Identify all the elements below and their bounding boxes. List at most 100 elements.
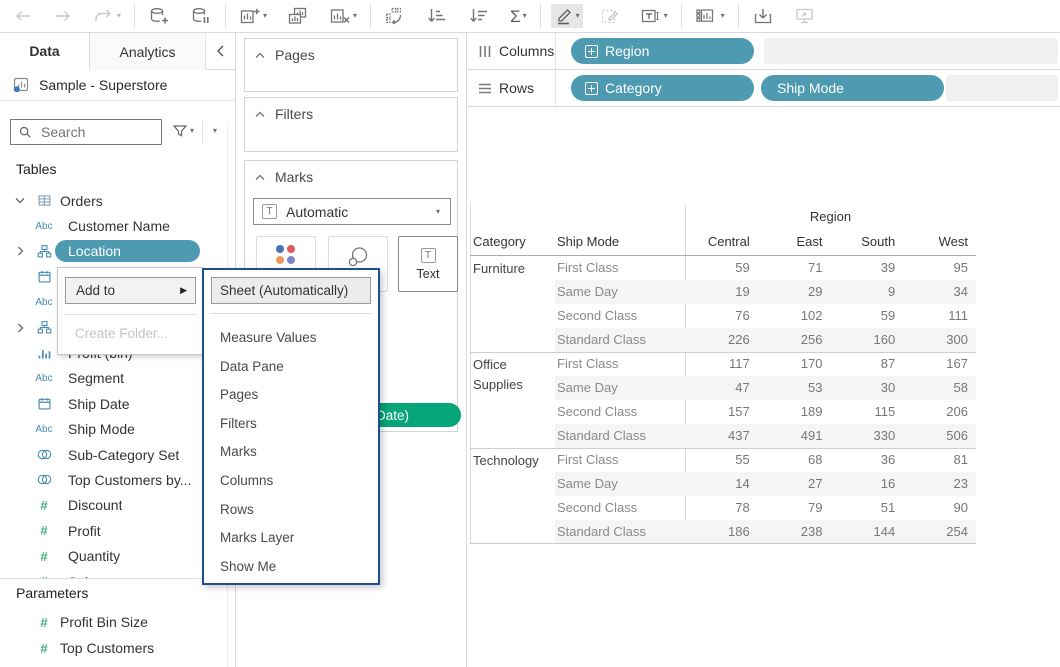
fit-selector-caret-icon[interactable]: ▾ [721, 12, 725, 20]
parameter-row-profit-bin-size[interactable]: #Profit Bin Size [0, 609, 226, 635]
col-header-west[interactable]: West [903, 234, 976, 249]
collapse-pane-button[interactable] [206, 33, 235, 69]
col-header-south[interactable]: South [831, 234, 904, 249]
value-cell[interactable]: 29 [758, 280, 831, 304]
search-input[interactable] [39, 123, 139, 141]
swap-rows-and-columns-icon[interactable] [381, 4, 409, 28]
value-cell[interactable]: 238 [758, 520, 831, 544]
submenu-item-measure-values[interactable]: Measure Values [204, 324, 378, 353]
field-row-quantity[interactable]: #Quantity [0, 543, 226, 568]
value-cell[interactable]: 23 [903, 472, 976, 496]
presentation-mode-icon[interactable] [791, 4, 819, 28]
columns-shelf-empty-area[interactable] [764, 38, 1058, 64]
rows-shelf-empty-area[interactable] [946, 75, 1058, 101]
menu-item-create-folder[interactable]: Create Folder... [75, 326, 168, 341]
category-cell-office-supplies[interactable]: Office Supplies [473, 355, 555, 395]
value-cell[interactable]: 81 [903, 448, 976, 472]
fields-menu-caret-icon[interactable]: ▾ [213, 127, 217, 135]
submenu-item-columns[interactable]: Columns [204, 467, 378, 496]
expand-hierarchy-icon[interactable] [585, 45, 598, 58]
show-mark-labels-icon[interactable]: ▾ [637, 4, 671, 28]
value-cell[interactable]: 36 [831, 448, 904, 472]
filter-caret-icon[interactable]: ▾ [190, 127, 194, 135]
value-cell[interactable]: 58 [903, 376, 976, 400]
field-row-profit[interactable]: #Profit [0, 518, 226, 543]
collapse-chevron-icon[interactable] [255, 52, 265, 59]
value-cell[interactable]: 95 [903, 256, 976, 280]
value-cell[interactable]: 491 [758, 424, 831, 448]
value-cell[interactable]: 160 [831, 328, 904, 352]
ship-mode-cell-same-day[interactable]: Same Day [557, 280, 618, 304]
value-cell[interactable]: 78 [685, 496, 758, 520]
sort-descending-icon[interactable] [465, 4, 493, 28]
download-icon[interactable] [749, 4, 777, 28]
submenu-item-marks[interactable]: Marks [204, 438, 378, 467]
value-cell[interactable]: 55 [685, 448, 758, 472]
value-cell[interactable]: 102 [758, 304, 831, 328]
field-row-sub-category-set[interactable]: Sub-Category Set [0, 442, 226, 467]
col-header-east[interactable]: East [758, 234, 831, 249]
ship-mode-cell-same-day[interactable]: Same Day [557, 376, 618, 400]
sort-ascending-icon[interactable] [423, 4, 451, 28]
show-totals-caret-icon[interactable]: ▾ [523, 12, 527, 20]
ship-mode-cell-standard-class[interactable]: Standard Class [557, 328, 646, 352]
mark-type-caret-icon[interactable]: ▾ [436, 208, 440, 216]
value-cell[interactable]: 206 [903, 400, 976, 424]
value-cell[interactable]: 51 [831, 496, 904, 520]
new-worksheet-icon[interactable]: ▾ [236, 4, 270, 28]
field-row-orders[interactable]: Orders [0, 188, 226, 213]
ship-mode-cell-same-day[interactable]: Same Day [557, 472, 618, 496]
columns-shelf[interactable]: Columns Region [467, 33, 1060, 70]
ship-mode-cell-first-class[interactable]: First Class [557, 352, 618, 376]
redo-caret-icon[interactable]: ▾ [117, 12, 121, 20]
category-cell-technology[interactable]: Technology [473, 451, 555, 471]
expander-closed-icon[interactable] [17, 246, 24, 256]
rows-shelf[interactable]: Rows CategoryShip Mode [467, 70, 1060, 107]
value-cell[interactable]: 256 [758, 328, 831, 352]
submenu-item-marks-layer[interactable]: Marks Layer [204, 524, 378, 553]
fit-selector-icon[interactable]: ▾ [692, 4, 728, 28]
highlight-caret-icon[interactable]: ▾ [576, 12, 580, 20]
submenu-item-pages[interactable]: Pages [204, 381, 378, 410]
value-cell[interactable]: 189 [758, 400, 831, 424]
ship-mode-row-header[interactable]: Ship Mode [557, 234, 619, 249]
value-cell[interactable]: 71 [758, 256, 831, 280]
value-cell[interactable]: 186 [685, 520, 758, 544]
value-cell[interactable]: 167 [903, 352, 976, 376]
value-cell[interactable]: 30 [831, 376, 904, 400]
value-cell[interactable]: 68 [758, 448, 831, 472]
category-cell-furniture[interactable]: Furniture [473, 259, 555, 279]
pause-auto-updates-icon[interactable] [187, 4, 215, 28]
datasource-row[interactable]: Sample - Superstore [0, 70, 235, 101]
value-cell[interactable]: 300 [903, 328, 976, 352]
field-row-sales[interactable]: #Sales [0, 569, 226, 578]
expander-closed-icon[interactable] [17, 323, 24, 333]
value-cell[interactable]: 170 [758, 352, 831, 376]
value-cell[interactable]: 76 [685, 304, 758, 328]
forward-icon[interactable] [50, 5, 76, 27]
value-cell[interactable]: 27 [758, 472, 831, 496]
submenu-item-show-me[interactable]: Show Me [204, 553, 378, 582]
col-header-central[interactable]: Central [685, 234, 758, 249]
value-cell[interactable]: 226 [685, 328, 758, 352]
value-cell[interactable]: 14 [685, 472, 758, 496]
new-worksheet-caret-icon[interactable]: ▾ [263, 12, 267, 20]
field-row-top-customers-by[interactable]: Top Customers by... [0, 467, 226, 492]
value-cell[interactable]: 59 [685, 256, 758, 280]
collapse-chevron-icon[interactable] [255, 174, 265, 181]
value-cell[interactable]: 506 [903, 424, 976, 448]
filter-fields-button[interactable]: ▾ [172, 123, 194, 139]
value-cell[interactable]: 19 [685, 280, 758, 304]
expand-hierarchy-icon[interactable] [585, 82, 598, 95]
pill-ship-mode[interactable]: Ship Mode [761, 75, 944, 101]
value-cell[interactable]: 90 [903, 496, 976, 520]
show-mark-labels-caret-icon[interactable]: ▾ [664, 12, 668, 20]
value-cell[interactable]: 16 [831, 472, 904, 496]
search-box[interactable] [10, 119, 162, 145]
field-row-segment[interactable]: AbcSegment [0, 366, 226, 391]
pill-region[interactable]: Region [571, 38, 754, 64]
selected-field-pill[interactable]: Location [55, 240, 200, 262]
format-selection-icon[interactable] [597, 4, 623, 28]
submenu-item-filters[interactable]: Filters [204, 410, 378, 439]
value-cell[interactable]: 9 [831, 280, 904, 304]
